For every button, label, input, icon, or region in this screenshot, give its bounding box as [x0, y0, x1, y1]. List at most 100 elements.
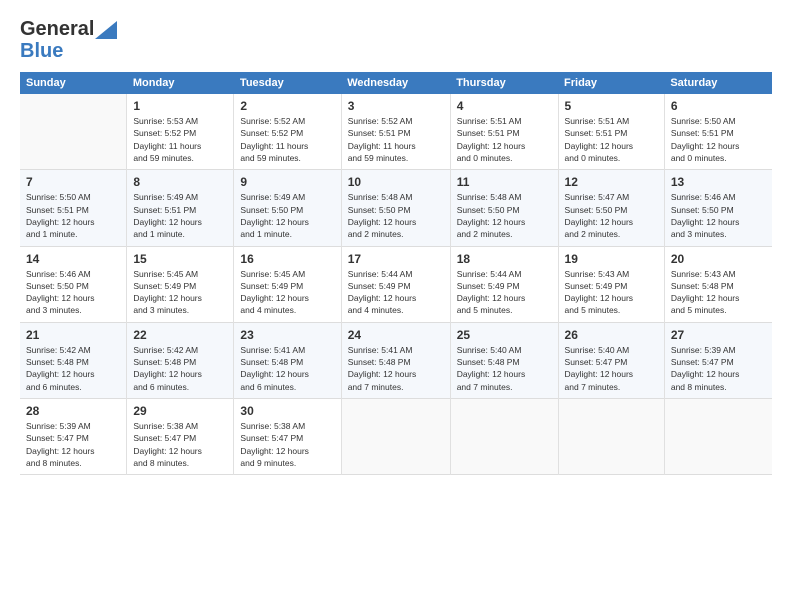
day-number: 14	[26, 252, 120, 266]
calendar-cell: 4 Sunrise: 5:51 AM Sunset: 5:51 PM Daylig…	[450, 94, 558, 170]
calendar-cell: 18 Sunrise: 5:44 AM Sunset: 5:49 PM Dayli…	[450, 246, 558, 322]
day-number: 2	[240, 99, 334, 113]
day-number: 8	[133, 175, 227, 189]
day-number: 13	[671, 175, 766, 189]
weekday-header-friday: Friday	[558, 72, 664, 94]
day-number: 7	[26, 175, 120, 189]
calendar-cell: 22 Sunrise: 5:42 AM Sunset: 5:48 PM Dayli…	[127, 322, 234, 398]
day-detail: Sunrise: 5:43 AM Sunset: 5:49 PM Dayligh…	[565, 268, 658, 317]
day-detail: Sunrise: 5:42 AM Sunset: 5:48 PM Dayligh…	[133, 344, 227, 393]
day-number: 16	[240, 252, 334, 266]
calendar-cell: 20Sunrise: 5:43 AM Sunset: 5:48 PM Dayli…	[664, 246, 772, 322]
day-detail: Sunrise: 5:52 AM Sunset: 5:51 PM Dayligh…	[348, 115, 444, 164]
weekday-header-wednesday: Wednesday	[341, 72, 450, 94]
day-detail: Sunrise: 5:48 AM Sunset: 5:50 PM Dayligh…	[457, 191, 552, 240]
day-detail: Sunrise: 5:51 AM Sunset: 5:51 PM Dayligh…	[457, 115, 552, 164]
day-detail: Sunrise: 5:38 AM Sunset: 5:47 PM Dayligh…	[133, 420, 227, 469]
weekday-header-tuesday: Tuesday	[234, 72, 341, 94]
weekday-header-saturday: Saturday	[664, 72, 772, 94]
day-number: 24	[348, 328, 444, 342]
weekday-header-row: SundayMondayTuesdayWednesdayThursdayFrid…	[20, 72, 772, 94]
day-number: 6	[671, 99, 766, 113]
calendar-cell: 1 Sunrise: 5:53 AM Sunset: 5:52 PM Daylig…	[127, 94, 234, 170]
day-number: 10	[348, 175, 444, 189]
day-number: 9	[240, 175, 334, 189]
calendar-cell: 10 Sunrise: 5:48 AM Sunset: 5:50 PM Dayli…	[341, 170, 450, 246]
day-detail: Sunrise: 5:44 AM Sunset: 5:49 PM Dayligh…	[457, 268, 552, 317]
calendar-week-row: 14 Sunrise: 5:46 AM Sunset: 5:50 PM Dayli…	[20, 246, 772, 322]
logo-icon	[95, 21, 117, 39]
calendar-table: SundayMondayTuesdayWednesdayThursdayFrid…	[20, 72, 772, 475]
day-detail: Sunrise: 5:40 AM Sunset: 5:47 PM Dayligh…	[565, 344, 658, 393]
day-number: 30	[240, 404, 334, 418]
calendar-week-row: 28 Sunrise: 5:39 AM Sunset: 5:47 PM Dayli…	[20, 399, 772, 475]
day-number: 28	[26, 404, 120, 418]
day-number: 12	[565, 175, 658, 189]
calendar-cell	[558, 399, 664, 475]
weekday-header-sunday: Sunday	[20, 72, 127, 94]
day-detail: Sunrise: 5:42 AM Sunset: 5:48 PM Dayligh…	[26, 344, 120, 393]
logo: General Blue	[20, 18, 117, 62]
day-number: 3	[348, 99, 444, 113]
day-detail: Sunrise: 5:46 AM Sunset: 5:50 PM Dayligh…	[671, 191, 766, 240]
day-number: 19	[565, 252, 658, 266]
day-detail: Sunrise: 5:39 AM Sunset: 5:47 PM Dayligh…	[26, 420, 120, 469]
day-detail: Sunrise: 5:41 AM Sunset: 5:48 PM Dayligh…	[240, 344, 334, 393]
calendar-cell	[450, 399, 558, 475]
day-number: 22	[133, 328, 227, 342]
day-number: 23	[240, 328, 334, 342]
calendar-cell: 7 Sunrise: 5:50 AM Sunset: 5:51 PM Daylig…	[20, 170, 127, 246]
calendar-cell: 9 Sunrise: 5:49 AM Sunset: 5:50 PM Daylig…	[234, 170, 341, 246]
day-number: 26	[565, 328, 658, 342]
calendar-cell: 26 Sunrise: 5:40 AM Sunset: 5:47 PM Dayli…	[558, 322, 664, 398]
calendar-cell: 23 Sunrise: 5:41 AM Sunset: 5:48 PM Dayli…	[234, 322, 341, 398]
calendar-week-row: 1 Sunrise: 5:53 AM Sunset: 5:52 PM Daylig…	[20, 94, 772, 170]
calendar-cell	[664, 399, 772, 475]
day-number: 17	[348, 252, 444, 266]
calendar-cell: 5Sunrise: 5:51 AM Sunset: 5:51 PM Daylig…	[558, 94, 664, 170]
calendar-cell: 30 Sunrise: 5:38 AM Sunset: 5:47 PM Dayli…	[234, 399, 341, 475]
calendar-cell: 3 Sunrise: 5:52 AM Sunset: 5:51 PM Daylig…	[341, 94, 450, 170]
logo-general: General	[20, 18, 94, 40]
day-detail: Sunrise: 5:46 AM Sunset: 5:50 PM Dayligh…	[26, 268, 120, 317]
day-number: 15	[133, 252, 227, 266]
day-number: 11	[457, 175, 552, 189]
weekday-header-monday: Monday	[127, 72, 234, 94]
day-number: 25	[457, 328, 552, 342]
day-number: 4	[457, 99, 552, 113]
calendar-cell: 15 Sunrise: 5:45 AM Sunset: 5:49 PM Dayli…	[127, 246, 234, 322]
day-detail: Sunrise: 5:47 AM Sunset: 5:50 PM Dayligh…	[565, 191, 658, 240]
day-number: 29	[133, 404, 227, 418]
calendar-cell: 6 Sunrise: 5:50 AM Sunset: 5:51 PM Daylig…	[664, 94, 772, 170]
weekday-header-thursday: Thursday	[450, 72, 558, 94]
calendar-cell: 21 Sunrise: 5:42 AM Sunset: 5:48 PM Dayli…	[20, 322, 127, 398]
logo-blue: Blue	[20, 40, 117, 62]
calendar-cell: 11 Sunrise: 5:48 AM Sunset: 5:50 PM Dayli…	[450, 170, 558, 246]
calendar-cell: 28 Sunrise: 5:39 AM Sunset: 5:47 PM Dayli…	[20, 399, 127, 475]
day-detail: Sunrise: 5:49 AM Sunset: 5:50 PM Dayligh…	[240, 191, 334, 240]
day-detail: Sunrise: 5:45 AM Sunset: 5:49 PM Dayligh…	[133, 268, 227, 317]
calendar-cell	[20, 94, 127, 170]
day-detail: Sunrise: 5:38 AM Sunset: 5:47 PM Dayligh…	[240, 420, 334, 469]
day-number: 18	[457, 252, 552, 266]
day-detail: Sunrise: 5:40 AM Sunset: 5:48 PM Dayligh…	[457, 344, 552, 393]
day-detail: Sunrise: 5:50 AM Sunset: 5:51 PM Dayligh…	[671, 115, 766, 164]
calendar-cell: 19 Sunrise: 5:43 AM Sunset: 5:49 PM Dayli…	[558, 246, 664, 322]
day-number: 27	[671, 328, 766, 342]
day-number: 21	[26, 328, 120, 342]
calendar-cell: 16Sunrise: 5:45 AM Sunset: 5:49 PM Dayli…	[234, 246, 341, 322]
day-detail: Sunrise: 5:53 AM Sunset: 5:52 PM Dayligh…	[133, 115, 227, 164]
day-detail: Sunrise: 5:51 AM Sunset: 5:51 PM Dayligh…	[565, 115, 658, 164]
calendar-cell: 27 Sunrise: 5:39 AM Sunset: 5:47 PM Dayli…	[664, 322, 772, 398]
day-number: 1	[133, 99, 227, 113]
day-detail: Sunrise: 5:50 AM Sunset: 5:51 PM Dayligh…	[26, 191, 120, 240]
calendar-week-row: 21 Sunrise: 5:42 AM Sunset: 5:48 PM Dayli…	[20, 322, 772, 398]
calendar-cell: 14 Sunrise: 5:46 AM Sunset: 5:50 PM Dayli…	[20, 246, 127, 322]
day-number: 20	[671, 252, 766, 266]
calendar-cell: 12 Sunrise: 5:47 AM Sunset: 5:50 PM Dayli…	[558, 170, 664, 246]
day-detail: Sunrise: 5:41 AM Sunset: 5:48 PM Dayligh…	[348, 344, 444, 393]
day-detail: Sunrise: 5:39 AM Sunset: 5:47 PM Dayligh…	[671, 344, 766, 393]
calendar-cell	[341, 399, 450, 475]
calendar-cell: 29 Sunrise: 5:38 AM Sunset: 5:47 PM Dayli…	[127, 399, 234, 475]
day-detail: Sunrise: 5:48 AM Sunset: 5:50 PM Dayligh…	[348, 191, 444, 240]
